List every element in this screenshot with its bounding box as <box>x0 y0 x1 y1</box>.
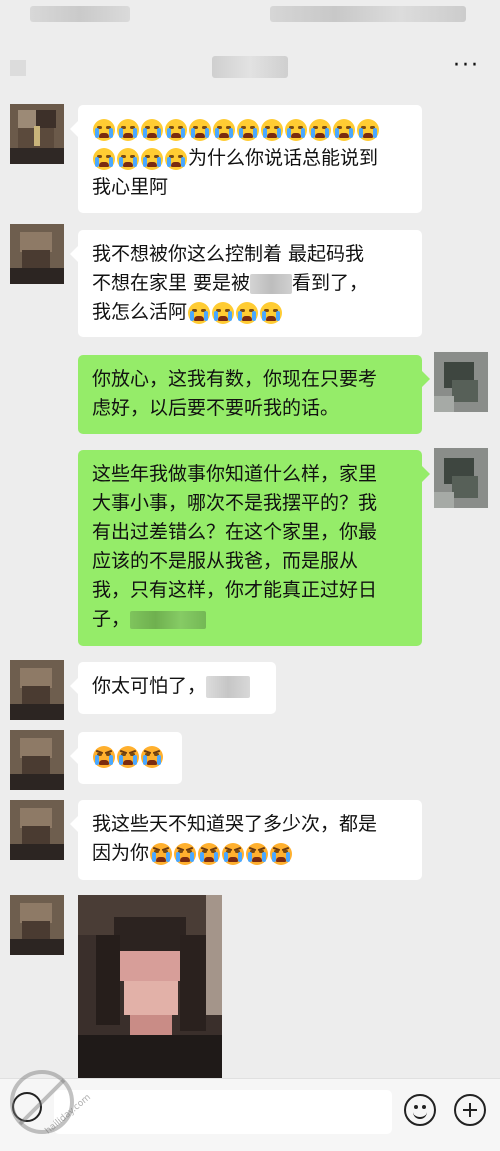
message-text: 虑好，以后要不要听我的话。 <box>92 397 340 419</box>
emoji-icon[interactable] <box>404 1094 436 1126</box>
message-input[interactable] <box>54 1090 392 1134</box>
message-text: 为什么你说话总能说到 <box>188 147 379 169</box>
pouting-crying-face-icon <box>198 842 221 865</box>
contact-avatar[interactable] <box>10 800 64 860</box>
message-text: 我这些天不知道哭了多少次，都是 <box>92 813 378 835</box>
loudly-crying-face-icon <box>188 301 211 324</box>
loudly-crying-face-icon <box>141 118 163 141</box>
chat-header: ··· <box>0 0 500 92</box>
pouting-crying-face-icon <box>141 745 163 768</box>
message-text: 我，只有这样，你才能真正过好日 <box>92 579 378 601</box>
pouting-crying-face-icon <box>93 745 115 768</box>
pouting-crying-face-icon <box>150 842 173 865</box>
message-bubble-incoming[interactable]: 我不想被你这么控制着 最起码我 不想在家里 要是被 看到了， 我怎么活阿 <box>70 230 422 337</box>
contact-avatar[interactable] <box>10 730 64 790</box>
redacted-name <box>130 610 207 629</box>
message-line: 你太可怕了， <box>92 672 262 701</box>
message-bubble-incoming[interactable] <box>70 732 182 784</box>
status-bar-left-blurred <box>30 6 130 22</box>
message-text: 应该的不是服从我爸，而是服从 <box>92 550 359 572</box>
message-text: 我不想被你这么控制着 最起码我 <box>92 243 365 265</box>
my-avatar[interactable] <box>434 352 488 412</box>
message-line: 子， <box>92 605 408 634</box>
contact-avatar[interactable] <box>10 104 64 164</box>
emoji-row <box>92 742 168 771</box>
loudly-crying-face-icon <box>212 301 235 324</box>
pouting-crying-face-icon <box>246 842 269 865</box>
message-text: 不想在家里 要是被 <box>92 272 251 294</box>
loudly-crying-face-icon <box>309 118 331 141</box>
message-text: 你太可怕了， <box>92 675 207 697</box>
contact-avatar[interactable] <box>10 660 64 720</box>
message-text: 子， <box>92 608 131 630</box>
pouting-crying-face-icon <box>222 842 245 865</box>
message-text: 因为你 <box>92 842 150 864</box>
message-line: 不想在家里 要是被 看到了， <box>92 269 408 298</box>
message-line: 我怎么活阿 <box>92 298 408 327</box>
more-options-button[interactable]: ··· <box>453 55 480 77</box>
loudly-crying-face-icon <box>260 301 283 324</box>
message-bubble-incoming[interactable]: 为什么你说话总能说到 我心里阿 <box>70 105 422 213</box>
message-text: 看到了， <box>292 272 369 294</box>
watermark-text: hailiday.com <box>44 1093 93 1137</box>
chat-title-blurred <box>212 56 288 78</box>
pouting-crying-face-icon <box>117 745 139 768</box>
message-text: 大事小事，哪次不是我摆平的？我 <box>92 492 378 514</box>
loudly-crying-face-icon <box>165 147 187 170</box>
message-line: 为什么你说话总能说到 <box>92 144 408 173</box>
contact-avatar[interactable] <box>10 895 64 955</box>
loudly-crying-face-icon <box>189 118 211 141</box>
loudly-crying-face-icon <box>213 118 235 141</box>
message-bubble-outgoing[interactable]: 这些年我做事你知道什么样，家里 大事小事，哪次不是我摆平的？我 有出过差错么？在… <box>78 450 430 646</box>
message-text: 我心里阿 <box>92 176 169 198</box>
watermark-logo: hailiday.com <box>10 1070 93 1137</box>
contact-avatar[interactable] <box>10 224 64 284</box>
pouting-crying-face-icon <box>270 842 293 865</box>
loudly-crying-face-icon <box>117 147 139 170</box>
message-bubble-incoming[interactable]: 你太可怕了， <box>70 662 276 714</box>
image-message[interactable] <box>78 895 222 1081</box>
message-text: 你放心，这我有数，你现在只要考 <box>92 368 378 390</box>
loudly-crying-face-icon <box>261 118 283 141</box>
loudly-crying-face-icon <box>333 118 355 141</box>
status-bar-right-blurred <box>270 6 466 22</box>
back-button[interactable] <box>10 60 26 76</box>
message-bubble-outgoing[interactable]: 你放心，这我有数，你现在只要考 虑好，以后要不要听我的话。 <box>78 355 430 434</box>
message-line: 因为你 <box>92 839 408 868</box>
loudly-crying-face-icon <box>93 147 115 170</box>
message-text: 这些年我做事你知道什么样，家里 <box>92 463 378 485</box>
my-avatar[interactable] <box>434 448 488 508</box>
loudly-crying-face-icon <box>237 118 259 141</box>
emoji-row <box>92 115 408 144</box>
loudly-crying-face-icon <box>285 118 307 141</box>
loudly-crying-face-icon <box>117 118 139 141</box>
loudly-crying-face-icon <box>165 118 187 141</box>
pouting-crying-face-icon <box>174 842 197 865</box>
message-text: 有出过差错么？在这个家里，你最 <box>92 521 378 543</box>
redacted-name <box>206 675 251 698</box>
redacted-name <box>250 273 293 294</box>
plus-icon[interactable] <box>454 1094 486 1126</box>
message-text: 我怎么活阿 <box>92 301 188 323</box>
loudly-crying-face-icon <box>141 147 163 170</box>
loudly-crying-face-icon <box>357 118 379 141</box>
message-bubble-incoming[interactable]: 我这些天不知道哭了多少次，都是 因为你 <box>70 800 422 880</box>
loudly-crying-face-icon <box>236 301 259 324</box>
loudly-crying-face-icon <box>93 118 115 141</box>
